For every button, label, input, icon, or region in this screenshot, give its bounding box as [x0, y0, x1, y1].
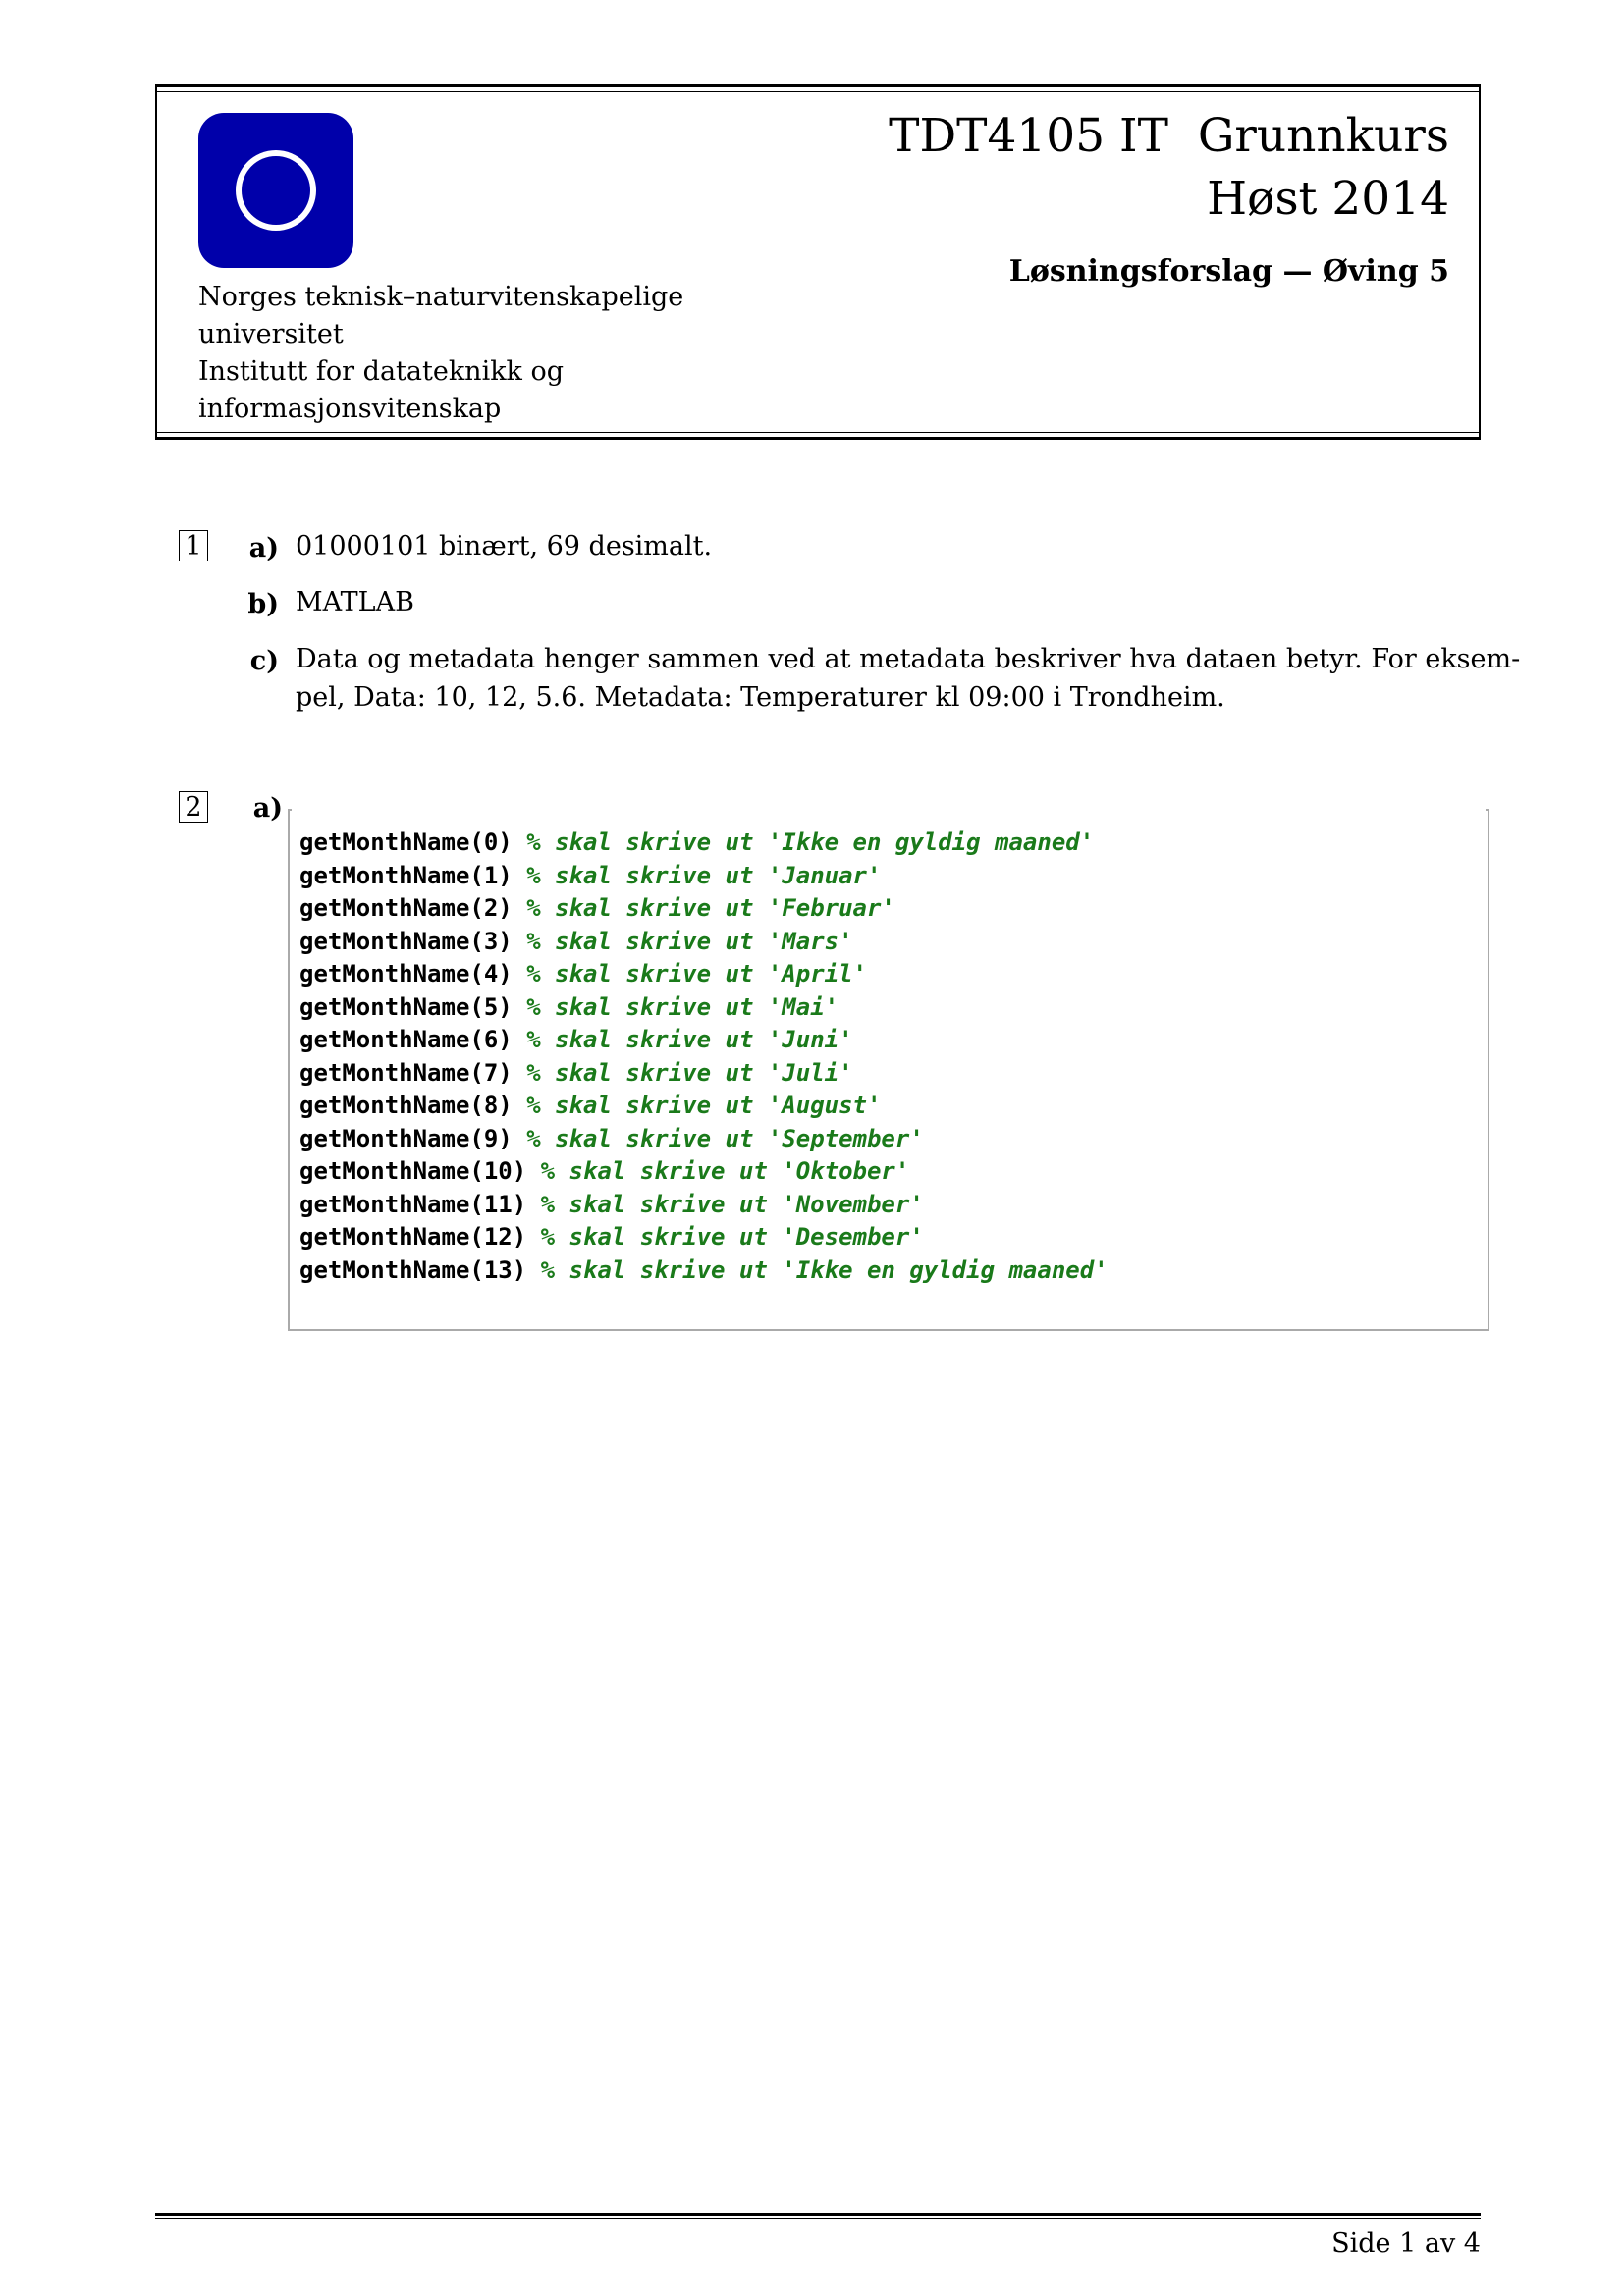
- code-line: getMonthName(4) % skal skrive ut 'April': [299, 960, 867, 988]
- code-line: getMonthName(12) % skal skrive ut 'Desem…: [299, 1223, 924, 1251]
- problem-1a-text: 01000101 binært, 69 desimalt.: [296, 531, 713, 561]
- semester: Høst 2014: [1207, 172, 1449, 226]
- course-line: TDT4105 IT Grunnkurs: [889, 109, 1449, 163]
- header-box: Norges teknisk–naturvitenskapelige unive…: [155, 84, 1481, 440]
- problem-2-number: 2: [179, 791, 208, 823]
- footer-rule-thin: [155, 2218, 1481, 2219]
- page-number: Side 1 av 4: [1331, 2228, 1481, 2259]
- code-line: getMonthName(1) % skal skrive ut 'Januar…: [299, 861, 882, 889]
- code-line: getMonthName(7) % skal skrive ut 'Juli': [299, 1058, 853, 1087]
- ntnu-logo-icon: [198, 113, 353, 268]
- code-line: getMonthName(6) % skal skrive ut 'Juni': [299, 1026, 853, 1053]
- problem-1c-label: c): [249, 646, 279, 676]
- code-line: getMonthName(8) % skal skrive ut 'August…: [299, 1092, 882, 1119]
- problem-1c-line1: Data og metadata henger sammen ved at me…: [296, 644, 1521, 674]
- code-line: getMonthName(9) % skal skrive ut 'Septem…: [299, 1124, 924, 1152]
- document-subtitle: Løsningsforslag — Øving 5: [1008, 254, 1449, 289]
- course-title: TDT4105 IT Grunnkurs Høst 2014: [889, 105, 1449, 231]
- code-line: getMonthName(10) % skal skrive ut 'Oktob…: [299, 1157, 910, 1185]
- code-line: getMonthName(5) % skal skrive ut 'Mai': [299, 992, 839, 1021]
- university-name: Norges teknisk–naturvitenskapelige unive…: [198, 282, 684, 424]
- problem-2a-label: a): [252, 793, 283, 824]
- code-line: getMonthName(11) % skal skrive ut 'Novem…: [299, 1190, 924, 1218]
- problem-1-number: 1: [179, 530, 208, 561]
- code-lines: getMonthName(0) % skal skrive ut 'Ikke e…: [299, 827, 1109, 1287]
- code-line: getMonthName(0) % skal skrive ut 'Ikke e…: [299, 828, 1095, 856]
- code-listing: getMonthName(0) % skal skrive ut 'Ikke e…: [288, 808, 1489, 1331]
- footer-rule: [155, 2213, 1481, 2216]
- problem-1a-label: a): [248, 533, 279, 563]
- problem-1b-label: b): [247, 589, 279, 619]
- code-line: getMonthName(2) % skal skrive ut 'Februa…: [299, 894, 895, 922]
- problem-1c-line2: pel, Data: 10, 12, 5.6. Metadata: Temper…: [296, 682, 1225, 713]
- problem-1b-text: MATLAB: [296, 587, 414, 617]
- code-line: getMonthName(3) % skal skrive ut 'Mars': [299, 927, 853, 955]
- code-line: getMonthName(13) % skal skrive ut 'Ikke …: [299, 1255, 1109, 1284]
